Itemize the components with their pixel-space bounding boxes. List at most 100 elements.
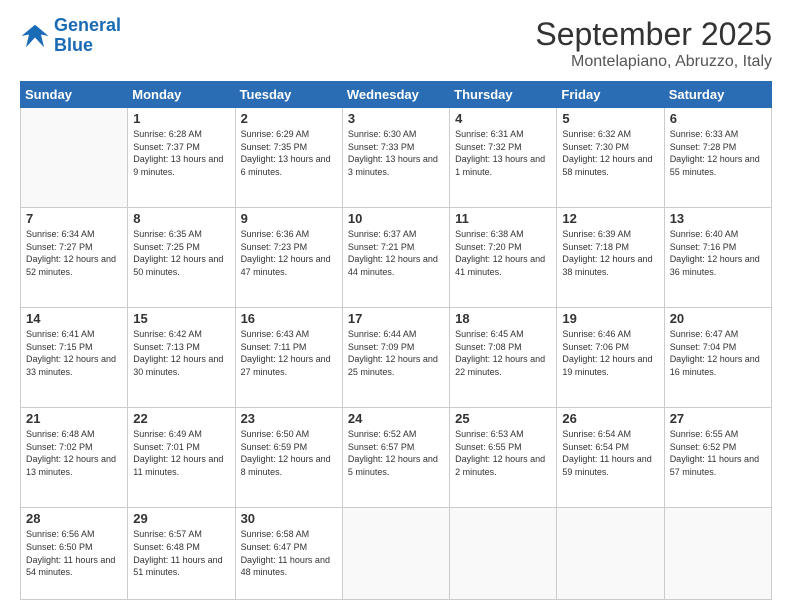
calendar-cell [664,508,771,600]
weekday-header: Saturday [664,82,771,108]
day-number: 7 [26,211,122,226]
day-info: Sunrise: 6:37 AMSunset: 7:21 PMDaylight:… [348,228,444,278]
calendar-cell: 22Sunrise: 6:49 AMSunset: 7:01 PMDayligh… [128,408,235,508]
day-number: 27 [670,411,766,426]
calendar-cell: 2 Sunrise: 6:29 AMSunset: 7:35 PMDaylight… [235,108,342,208]
day-info: Sunrise: 6:52 AMSunset: 6:57 PMDaylight:… [348,428,444,478]
day-info: Sunrise: 6:45 AMSunset: 7:08 PMDaylight:… [455,328,551,378]
calendar-cell: 26 Sunrise: 6:54 AMSunset: 6:54 PMDayligh… [557,408,664,508]
day-number: 10 [348,211,444,226]
day-info: Sunrise: 6:34 AMSunset: 7:27 PMDaylight:… [26,228,122,278]
calendar-week-row: 7 Sunrise: 6:34 AMSunset: 7:27 PMDaylight… [21,208,772,308]
calendar-cell: 21Sunrise: 6:48 AMSunset: 7:02 PMDayligh… [21,408,128,508]
calendar-cell: 8 Sunrise: 6:35 AMSunset: 7:25 PMDaylight… [128,208,235,308]
weekday-header: Sunday [21,82,128,108]
day-info: Sunrise: 6:33 AMSunset: 7:28 PMDaylight:… [670,128,766,178]
title-block: September 2025 Montelapiano, Abruzzo, It… [535,16,772,71]
calendar-cell: 1 Sunrise: 6:28 AMSunset: 7:37 PMDaylight… [128,108,235,208]
day-info: Sunrise: 6:42 AMSunset: 7:13 PMDaylight:… [133,328,229,378]
logo: GeneralBlue [20,16,121,56]
day-number: 13 [670,211,766,226]
calendar-cell: 15 Sunrise: 6:42 AMSunset: 7:13 PMDayligh… [128,308,235,408]
calendar-cell: 13 Sunrise: 6:40 AMSunset: 7:16 PMDayligh… [664,208,771,308]
day-info: Sunrise: 6:39 AMSunset: 7:18 PMDaylight:… [562,228,658,278]
calendar-week-row: 1 Sunrise: 6:28 AMSunset: 7:37 PMDaylight… [21,108,772,208]
weekday-header: Tuesday [235,82,342,108]
calendar-cell: 14Sunrise: 6:41 AMSunset: 7:15 PMDayligh… [21,308,128,408]
day-info: Sunrise: 6:48 AMSunset: 7:02 PMDaylight:… [26,428,122,478]
calendar-cell: 11 Sunrise: 6:38 AMSunset: 7:20 PMDayligh… [450,208,557,308]
month-title: September 2025 [535,16,772,53]
calendar-cell: 5 Sunrise: 6:32 AMSunset: 7:30 PMDaylight… [557,108,664,208]
calendar-week-row: 28 Sunrise: 6:56 AMSunset: 6:50 PMDayligh… [21,508,772,600]
day-info: Sunrise: 6:35 AMSunset: 7:25 PMDaylight:… [133,228,229,278]
day-number: 12 [562,211,658,226]
day-number: 24 [348,411,444,426]
calendar-week-row: 21Sunrise: 6:48 AMSunset: 7:02 PMDayligh… [21,408,772,508]
day-info: Sunrise: 6:36 AMSunset: 7:23 PMDaylight:… [241,228,337,278]
day-info: Sunrise: 6:29 AMSunset: 7:35 PMDaylight:… [241,128,337,178]
day-number: 5 [562,111,658,126]
calendar-cell: 7 Sunrise: 6:34 AMSunset: 7:27 PMDaylight… [21,208,128,308]
day-number: 26 [562,411,658,426]
day-info: Sunrise: 6:40 AMSunset: 7:16 PMDaylight:… [670,228,766,278]
day-info: Sunrise: 6:44 AMSunset: 7:09 PMDaylight:… [348,328,444,378]
day-number: 2 [241,111,337,126]
weekday-header: Monday [128,82,235,108]
calendar-cell: 16 Sunrise: 6:43 AMSunset: 7:11 PMDayligh… [235,308,342,408]
calendar-header-row: SundayMondayTuesdayWednesdayThursdayFrid… [21,82,772,108]
day-number: 16 [241,311,337,326]
day-info: Sunrise: 6:56 AMSunset: 6:50 PMDaylight:… [26,528,122,578]
day-number: 1 [133,111,229,126]
day-number: 14 [26,311,122,326]
calendar-cell: 18 Sunrise: 6:45 AMSunset: 7:08 PMDayligh… [450,308,557,408]
calendar-table: SundayMondayTuesdayWednesdayThursdayFrid… [20,81,772,600]
day-number: 8 [133,211,229,226]
weekday-header: Friday [557,82,664,108]
day-info: Sunrise: 6:30 AMSunset: 7:33 PMDaylight:… [348,128,444,178]
day-number: 18 [455,311,551,326]
day-info: Sunrise: 6:43 AMSunset: 7:11 PMDaylight:… [241,328,337,378]
calendar-cell: 28 Sunrise: 6:56 AMSunset: 6:50 PMDayligh… [21,508,128,600]
calendar-cell [342,508,449,600]
day-number: 6 [670,111,766,126]
calendar-cell [557,508,664,600]
calendar-cell: 9 Sunrise: 6:36 AMSunset: 7:23 PMDaylight… [235,208,342,308]
weekday-header: Thursday [450,82,557,108]
calendar-week-row: 14Sunrise: 6:41 AMSunset: 7:15 PMDayligh… [21,308,772,408]
calendar-cell: 24 Sunrise: 6:52 AMSunset: 6:57 PMDayligh… [342,408,449,508]
day-number: 3 [348,111,444,126]
day-number: 23 [241,411,337,426]
day-info: Sunrise: 6:49 AMSunset: 7:01 PMDaylight:… [133,428,229,478]
calendar-cell [21,108,128,208]
day-number: 19 [562,311,658,326]
day-number: 4 [455,111,551,126]
day-number: 11 [455,211,551,226]
day-info: Sunrise: 6:58 AMSunset: 6:47 PMDaylight:… [241,528,337,578]
calendar-cell: 30 Sunrise: 6:58 AMSunset: 6:47 PMDayligh… [235,508,342,600]
calendar-cell: 4 Sunrise: 6:31 AMSunset: 7:32 PMDaylight… [450,108,557,208]
day-number: 9 [241,211,337,226]
day-info: Sunrise: 6:54 AMSunset: 6:54 PMDaylight:… [562,428,658,478]
location-title: Montelapiano, Abruzzo, Italy [535,53,772,71]
day-number: 30 [241,511,337,526]
day-info: Sunrise: 6:38 AMSunset: 7:20 PMDaylight:… [455,228,551,278]
day-number: 20 [670,311,766,326]
day-number: 15 [133,311,229,326]
calendar-cell [450,508,557,600]
calendar-cell: 19Sunrise: 6:46 AMSunset: 7:06 PMDayligh… [557,308,664,408]
day-number: 29 [133,511,229,526]
day-info: Sunrise: 6:31 AMSunset: 7:32 PMDaylight:… [455,128,551,178]
day-number: 17 [348,311,444,326]
day-number: 25 [455,411,551,426]
header: GeneralBlue September 2025 Montelapiano,… [20,16,772,71]
day-number: 28 [26,511,122,526]
calendar-cell: 27Sunrise: 6:55 AMSunset: 6:52 PMDayligh… [664,408,771,508]
day-info: Sunrise: 6:32 AMSunset: 7:30 PMDaylight:… [562,128,658,178]
day-info: Sunrise: 6:28 AMSunset: 7:37 PMDaylight:… [133,128,229,178]
calendar-cell: 10 Sunrise: 6:37 AMSunset: 7:21 PMDayligh… [342,208,449,308]
page: GeneralBlue September 2025 Montelapiano,… [0,0,792,612]
calendar-cell: 17 Sunrise: 6:44 AMSunset: 7:09 PMDayligh… [342,308,449,408]
weekday-header: Wednesday [342,82,449,108]
calendar-cell: 12 Sunrise: 6:39 AMSunset: 7:18 PMDayligh… [557,208,664,308]
